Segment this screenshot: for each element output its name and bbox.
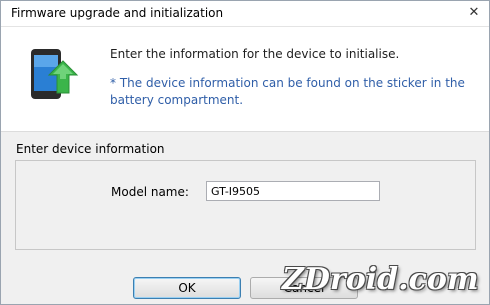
note-text: * The device information can be found on… xyxy=(110,76,465,107)
title-bar[interactable]: Firmware upgrade and initialization ✕ xyxy=(1,1,489,27)
header-area: Enter the information for the device to … xyxy=(1,27,489,131)
ok-button[interactable]: OK xyxy=(133,277,241,299)
button-bar: OK Cancel xyxy=(1,269,489,304)
model-name-input[interactable] xyxy=(206,181,380,201)
device-info-group: Model name: xyxy=(15,160,476,250)
cancel-button[interactable]: Cancel xyxy=(250,277,358,299)
window-title: Firmware upgrade and initialization xyxy=(11,6,224,20)
firmware-dialog: Firmware upgrade and initialization ✕ En… xyxy=(0,0,490,305)
model-name-label: Model name: xyxy=(111,185,189,199)
phone-upgrade-icon xyxy=(31,49,79,99)
instruction-text: Enter the information for the device to … xyxy=(110,47,400,61)
form-area: Enter device information Model name: xyxy=(1,131,489,270)
section-label: Enter device information xyxy=(16,142,165,156)
close-icon[interactable]: ✕ xyxy=(465,4,483,22)
